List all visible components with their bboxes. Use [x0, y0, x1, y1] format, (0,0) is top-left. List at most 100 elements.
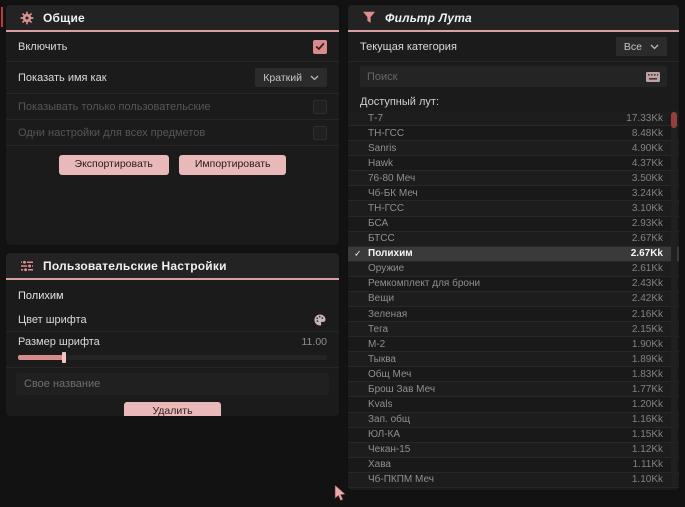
loot-list-item[interactable]: Зап. общ 1.16Kk: [348, 412, 679, 428]
loot-item-name: Зеленая: [368, 308, 408, 320]
loot-item-name: Чб-ПКПМ Меч: [368, 474, 434, 486]
loot-filter-title: Фильтр Лута: [385, 10, 472, 25]
check-icon: [315, 42, 325, 51]
slider-fill: [18, 355, 65, 360]
slider-grab[interactable]: [62, 352, 67, 363]
loot-item-name: Т-7: [368, 112, 383, 124]
search-placeholder: Поиск: [367, 70, 398, 83]
gear-icon: [20, 11, 34, 25]
keyboard-icon[interactable]: [646, 71, 660, 82]
font-color-label: Цвет шрифта: [18, 313, 87, 326]
only-custom-label: Показывать только пользовательские: [18, 100, 211, 113]
loot-item-name: Брош Зав Меч: [368, 383, 436, 395]
enable-label: Включить: [18, 40, 68, 53]
loot-item-value: 8.48Kk: [631, 127, 663, 139]
loot-list-item[interactable]: Вещи 2.42Kk: [348, 291, 679, 308]
loot-list-item[interactable]: Тега 2.15Kk: [348, 322, 679, 338]
loot-item-name: БСА: [368, 218, 389, 230]
check-icon: ✓: [354, 248, 362, 259]
loot-list-item[interactable]: Hawk 4.37Kk: [348, 156, 679, 172]
loot-item-name: Чекан-15: [368, 444, 411, 456]
loot-item-name: Вещи: [368, 293, 395, 305]
scrollbar-thumb[interactable]: [671, 112, 677, 128]
loot-item-value: 2.16Kk: [631, 308, 663, 320]
loot-item-name: Hawk: [368, 157, 394, 169]
loot-item-value: 1.15Kk: [631, 429, 663, 441]
only-custom-row: Показывать только пользовательские: [6, 94, 339, 120]
selected-item-name: Полихим: [18, 290, 64, 302]
loot-item-value: 4.37Kk: [631, 157, 663, 169]
font-size-slider[interactable]: [18, 352, 327, 363]
loot-list-item[interactable]: Kvals 1.20Kk: [348, 397, 679, 413]
enable-checkbox[interactable]: [313, 39, 327, 54]
font-size-label: Размер шрифта: [18, 336, 100, 348]
search-input[interactable]: Поиск: [360, 66, 667, 87]
loot-list-item[interactable]: ✓ Полихим 2.67Kk: [348, 246, 679, 262]
import-button[interactable]: Импортировать: [178, 155, 287, 175]
general-panel: Общие Включить Показать имя как Краткий …: [6, 5, 339, 245]
user-settings-panel: Пользовательские Настройки Полихим Цвет …: [6, 253, 339, 416]
loot-item-name: ТН-ГСС: [368, 127, 405, 139]
category-value: Все: [623, 40, 642, 53]
loot-list-item[interactable]: Чб-БК Меч 3.24Kk: [348, 186, 679, 202]
loot-item-value: 2.93Kk: [631, 218, 663, 230]
loot-list-item[interactable]: БСА 2.93Kk: [348, 216, 679, 232]
loot-item-name: 76-80 Меч: [368, 172, 416, 184]
loot-item-name: Хава: [368, 459, 391, 471]
category-dropdown[interactable]: Все: [615, 37, 667, 56]
loot-item-value: 2.15Kk: [631, 323, 663, 335]
loot-list-item[interactable]: Ремкомплект для брони 2.43Kk: [348, 276, 679, 292]
loot-item-name: ЮЛ-КА: [368, 429, 401, 441]
loot-item-value: 1.10Kk: [631, 474, 663, 486]
loot-list-item[interactable]: Хава 1.11Kk: [348, 457, 679, 473]
loot-item-name: Оружие: [368, 263, 405, 275]
loot-list-item[interactable]: ТН-ГСС 3.10Kk: [348, 201, 679, 217]
show-name-label: Показать имя как: [18, 71, 107, 84]
loot-item-name: М-2: [368, 338, 386, 350]
loot-item-value: 1.90Kk: [631, 338, 663, 350]
loot-filter-panel: Фильтр Лута Текущая категория Все Поиск …: [348, 5, 679, 490]
loot-list-item[interactable]: Оружие 2.61Kk: [348, 261, 679, 277]
loot-item-name: Зап. общ: [368, 414, 411, 426]
loot-list-item[interactable]: БТСС 2.67Kk: [348, 231, 679, 247]
same-settings-label: Одни настройки для всех предметов: [18, 126, 206, 139]
loot-item-name: Kvals: [368, 399, 393, 411]
loot-list-item[interactable]: М-2 1.90Kk: [348, 337, 679, 353]
user-settings-header: Пользовательские Настройки: [6, 253, 339, 280]
export-import-row: Экспортировать Импортировать: [6, 155, 339, 175]
loot-list-item[interactable]: Чекан-15 1.12Kk: [348, 442, 679, 458]
loot-list-item[interactable]: Тыква 1.89Kk: [348, 352, 679, 368]
loot-item-value: 2.61Kk: [631, 263, 663, 275]
loot-item-value: 3.24Kk: [631, 187, 663, 199]
show-name-dropdown[interactable]: Краткий: [255, 68, 327, 87]
funnel-icon: [362, 11, 376, 24]
same-settings-checkbox[interactable]: [313, 125, 327, 140]
enable-row: Включить: [6, 32, 339, 62]
loot-list-item[interactable]: Чб-ПКПМ Меч 1.10Kk: [348, 472, 679, 488]
delete-button[interactable]: Удалить: [124, 402, 221, 416]
available-loot-label: Доступный лут:: [360, 96, 440, 108]
loot-list-item[interactable]: Общ Меч 1.83Kk: [348, 367, 679, 383]
loot-list-item[interactable]: Зеленая 2.16Kk: [348, 307, 679, 323]
loot-list-item[interactable]: ЮЛ-КА 1.15Kk: [348, 427, 679, 443]
general-panel-header: Общие: [6, 5, 339, 32]
show-name-row: Показать имя как Краткий: [6, 62, 339, 94]
loot-list-item[interactable]: 76-80 Меч 3.50Kk: [348, 171, 679, 187]
only-custom-checkbox[interactable]: [313, 99, 327, 114]
loot-list-item[interactable]: Sanris 4.90Kk: [348, 141, 679, 157]
loot-item-value: 2.42Kk: [631, 293, 663, 305]
loot-list-item[interactable]: Брош Зав Меч 1.77Kk: [348, 382, 679, 398]
loot-list-item[interactable]: Т-7 17.33Kk: [348, 111, 679, 127]
category-label: Текущая категория: [360, 40, 457, 53]
loot-item-value: 2.67Kk: [631, 233, 663, 245]
export-button[interactable]: Экспортировать: [58, 155, 169, 175]
loot-list-item[interactable]: ТН-ГСС 8.48Kk: [348, 126, 679, 142]
loot-filter-header: Фильтр Лута: [348, 5, 679, 32]
custom-name-input[interactable]: Свое название: [16, 373, 329, 395]
scrollbar[interactable]: [671, 111, 677, 486]
loot-item-value: 3.50Kk: [631, 172, 663, 184]
font-color-row: Цвет шрифта: [6, 308, 339, 332]
palette-icon[interactable]: [313, 313, 327, 327]
sliders-icon: [20, 259, 34, 273]
loot-item-name: Общ Меч: [368, 368, 412, 380]
